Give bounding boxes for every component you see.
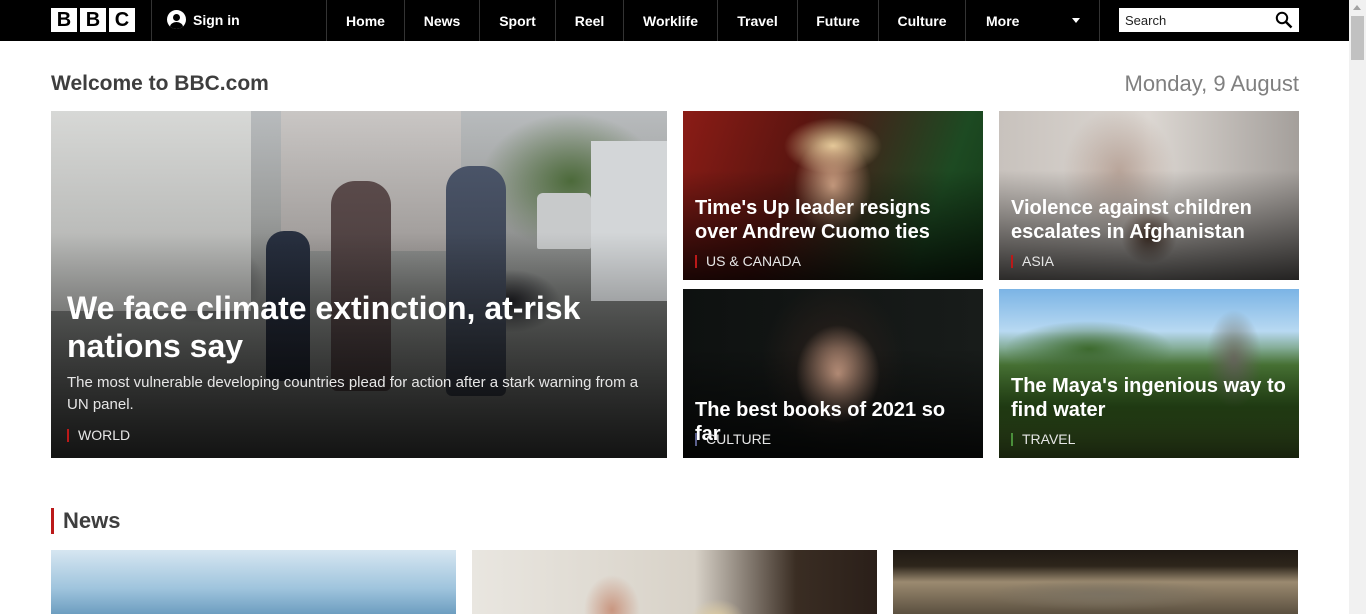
- nav-news[interactable]: News: [404, 0, 479, 41]
- account-icon: [167, 10, 186, 29]
- page-title: Welcome to BBC.com: [51, 72, 269, 95]
- search-box: [1119, 8, 1299, 32]
- nav-worklife[interactable]: Worklife: [623, 0, 717, 41]
- logo-letter-c: C: [109, 8, 135, 32]
- hero-story[interactable]: We face climate extinction, at-risk nati…: [51, 111, 667, 458]
- story-headline[interactable]: Violence against children escalates in A…: [1011, 196, 1291, 244]
- search-input[interactable]: [1119, 8, 1269, 32]
- search-icon[interactable]: [1275, 11, 1293, 29]
- primary-nav: Home News Sport Reel Worklife Travel Fut…: [326, 0, 1100, 41]
- chevron-down-icon[interactable]: [1072, 18, 1080, 23]
- logo-letter-b1: B: [51, 8, 77, 32]
- story-headline[interactable]: Time's Up leader resigns over Andrew Cuo…: [695, 196, 975, 244]
- news-section-title[interactable]: News: [51, 508, 120, 534]
- page-scrollbar[interactable]: [1349, 0, 1366, 614]
- story-tag[interactable]: TRAVEL: [1011, 432, 1075, 446]
- news-card-2[interactable]: [472, 550, 877, 614]
- scroll-up-arrow-icon[interactable]: [1353, 5, 1361, 10]
- hero-summary: The most vulnerable developing countries…: [67, 374, 639, 413]
- sign-in-label: Sign in: [193, 11, 240, 28]
- nav-future[interactable]: Future: [797, 0, 878, 41]
- story-tag[interactable]: US & CANADA: [695, 254, 801, 268]
- bbc-logo[interactable]: B B C: [51, 8, 135, 32]
- scrollbar-thumb[interactable]: [1351, 16, 1364, 60]
- current-date: Monday, 9 August: [1124, 71, 1300, 96]
- nav-travel[interactable]: Travel: [717, 0, 797, 41]
- divider: [151, 0, 152, 41]
- nav-reel[interactable]: Reel: [555, 0, 623, 41]
- nav-home[interactable]: Home: [326, 0, 404, 41]
- story-best-books[interactable]: The best books of 2021 so far CULTURE: [683, 289, 983, 458]
- top-navigation-bar: B B C Sign in Home News Sport Reel Workl…: [0, 0, 1366, 41]
- sign-in-button[interactable]: Sign in: [167, 10, 240, 29]
- story-tag[interactable]: CULTURE: [695, 432, 771, 446]
- news-card-3[interactable]: [893, 550, 1298, 614]
- logo-letter-b2: B: [80, 8, 106, 32]
- hero-tag-world[interactable]: WORLD: [67, 428, 130, 442]
- story-times-up[interactable]: Time's Up leader resigns over Andrew Cuo…: [683, 111, 983, 280]
- nav-sport[interactable]: Sport: [479, 0, 555, 41]
- story-headline[interactable]: The Maya's ingenious way to find water: [1011, 374, 1291, 422]
- story-maya-water[interactable]: The Maya's ingenious way to find water T…: [999, 289, 1299, 458]
- story-tag[interactable]: ASIA: [1011, 254, 1054, 268]
- hero-headline[interactable]: We face climate extinction, at-risk nati…: [67, 289, 627, 365]
- news-card-1[interactable]: [51, 550, 456, 614]
- story-afghanistan[interactable]: Violence against children escalates in A…: [999, 111, 1299, 280]
- nav-culture[interactable]: Culture: [878, 0, 965, 41]
